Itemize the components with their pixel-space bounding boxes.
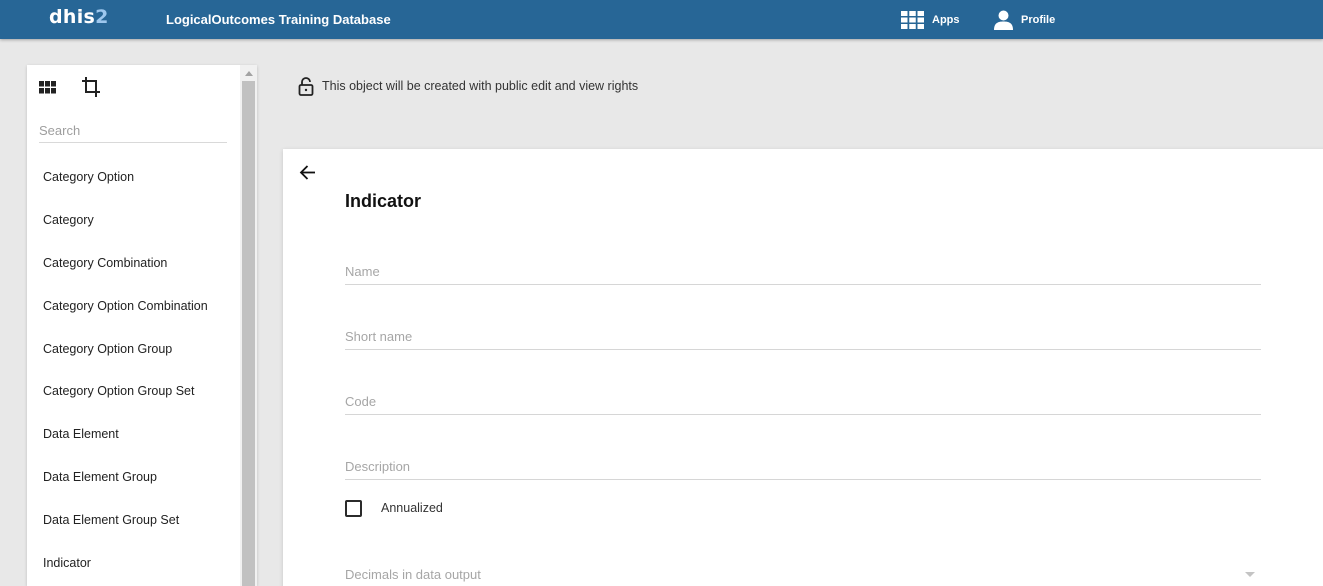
sidebar-item-data-element-group[interactable]: Data Element Group	[27, 456, 241, 499]
lock-open-icon	[298, 76, 314, 96]
sidebar: Category Option Category Category Combin…	[27, 65, 257, 586]
sidebar-item-indicator[interactable]: Indicator	[27, 542, 241, 585]
apps-grid-icon	[901, 11, 924, 29]
sidebar-item-category-option-combination[interactable]: Category Option Combination	[27, 285, 241, 328]
code-field	[345, 389, 1261, 415]
scrollbar-thumb[interactable]	[242, 81, 255, 586]
sharing-notice-text: This object will be created with public …	[322, 79, 639, 93]
sidebar-menu: Category Option Category Category Combin…	[27, 156, 241, 585]
sidebar-item-category-option[interactable]: Category Option	[27, 156, 241, 199]
profile-button[interactable]: Profile	[994, 8, 1055, 32]
database-title: LogicalOutcomes Training Database	[166, 12, 391, 27]
app-header: dhis2 LogicalOutcomes Training Database …	[0, 0, 1323, 39]
sidebar-item-category[interactable]: Category	[27, 199, 241, 242]
description-input[interactable]	[345, 454, 1261, 478]
apps-button[interactable]: Apps	[901, 8, 960, 32]
annualized-option[interactable]: Annualized	[345, 498, 443, 518]
crop-icon[interactable]	[81, 76, 101, 98]
grid-view-icon[interactable]	[39, 80, 57, 94]
sidebar-item-data-element[interactable]: Data Element	[27, 413, 241, 456]
annualized-label: Annualized	[381, 501, 443, 515]
sidebar-toolbar	[39, 75, 101, 99]
name-field	[345, 259, 1261, 285]
profile-label: Profile	[1021, 14, 1056, 26]
scroll-up-arrow-icon[interactable]	[240, 65, 257, 81]
sidebar-item-category-combination[interactable]: Category Combination	[27, 242, 241, 285]
back-arrow-icon[interactable]	[299, 164, 316, 181]
decimals-select[interactable]: Decimals in data output	[345, 563, 1261, 586]
short-name-input[interactable]	[345, 324, 1261, 348]
apps-label: Apps	[932, 14, 960, 26]
sidebar-item-data-element-group-set[interactable]: Data Element Group Set	[27, 499, 241, 542]
decimals-select-placeholder: Decimals in data output	[345, 567, 481, 582]
sidebar-search-input[interactable]	[39, 119, 227, 143]
dhis2-logo[interactable]: dhis2	[49, 6, 109, 28]
sharing-notice: This object will be created with public …	[298, 76, 638, 96]
name-input[interactable]	[345, 259, 1261, 283]
code-input[interactable]	[345, 389, 1261, 413]
sidebar-scrollbar[interactable]	[240, 65, 257, 586]
dropdown-caret-icon	[1245, 572, 1255, 577]
annualized-checkbox[interactable]	[345, 499, 362, 517]
form-title: Indicator	[345, 191, 422, 211]
user-icon	[994, 10, 1013, 30]
sidebar-item-category-option-group[interactable]: Category Option Group	[27, 328, 241, 371]
description-field	[345, 454, 1261, 480]
sidebar-item-category-option-group-set[interactable]: Category Option Group Set	[27, 370, 241, 413]
indicator-form-card: Indicator Annualized Decimals in data ou…	[283, 149, 1323, 586]
short-name-field	[345, 324, 1261, 350]
